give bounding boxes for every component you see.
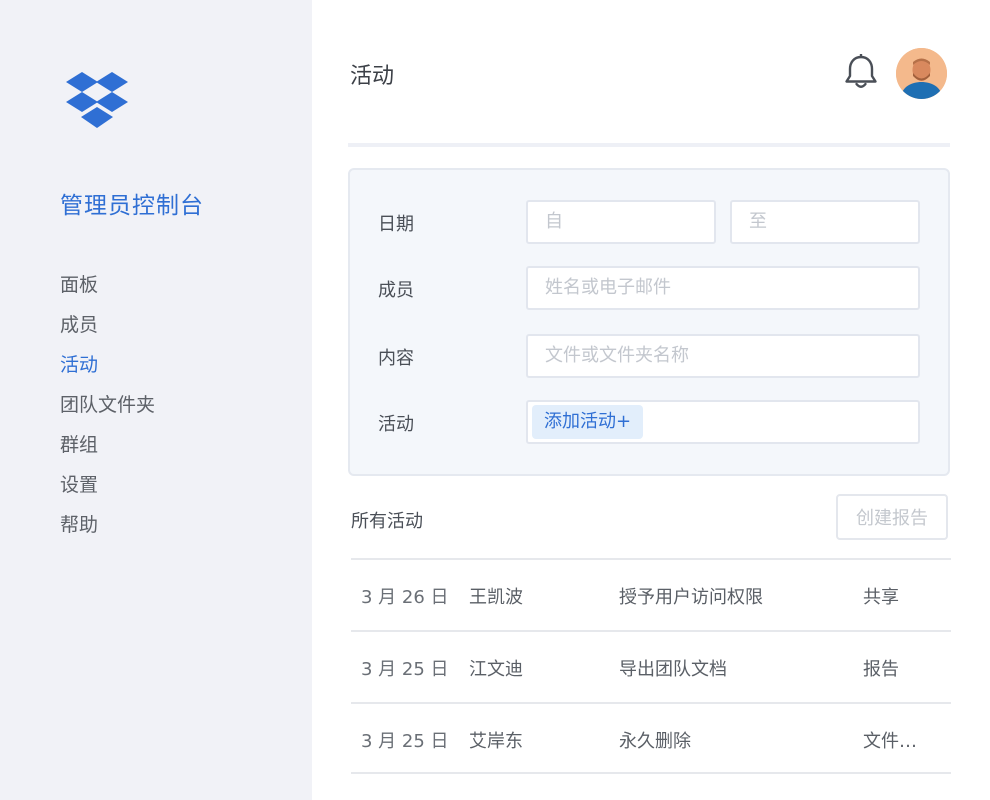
sidebar-item-help[interactable]: 帮助 [60, 510, 155, 550]
row-date: 3 月 25 日 [361, 659, 449, 680]
date-to-input[interactable]: 至 [730, 200, 920, 244]
main-content: 活动 日期 自 至 成员 姓名或电子邮件 内容 文件或文件夹名称 活动 添加活动… [312, 0, 990, 800]
add-activity-button[interactable]: 添加活动+ [532, 405, 644, 439]
row-action: 永久删除 [619, 731, 691, 752]
row-user: 艾岸东 [469, 731, 523, 752]
content-label: 内容 [378, 348, 414, 369]
sidebar: 管理员控制台 面板 成员 活动 团队文件夹 群组 设置 帮助 [0, 0, 312, 800]
admin-console-app: 管理员控制台 面板 成员 活动 团队文件夹 群组 设置 帮助 活动 日期 自 至… [0, 0, 990, 800]
activity-label: 活动 [378, 414, 414, 435]
sidebar-item-groups[interactable]: 群组 [60, 430, 155, 470]
row-user: 江文迪 [469, 659, 523, 680]
create-report-button[interactable]: 创建报告 [836, 494, 948, 540]
sidebar-item-settings[interactable]: 设置 [60, 470, 155, 510]
member-label: 成员 [378, 280, 414, 301]
page-title: 活动 [350, 64, 395, 89]
activity-filter-panel: 日期 自 至 成员 姓名或电子邮件 内容 文件或文件夹名称 活动 添加活动+ [348, 168, 950, 476]
row-action: 授予用户访问权限 [619, 587, 763, 608]
row-date: 3 月 25 日 [361, 731, 449, 752]
dropbox-logo-icon[interactable] [66, 72, 128, 128]
row-user: 王凯波 [469, 587, 523, 608]
activity-selector[interactable]: 添加活动+ [526, 400, 920, 444]
member-search-input[interactable]: 姓名或电子邮件 [526, 266, 920, 310]
row-date: 3 月 26 日 [361, 587, 449, 608]
user-avatar[interactable] [896, 48, 947, 99]
sidebar-item-activity[interactable]: 活动 [60, 350, 155, 390]
console-title: 管理员控制台 [60, 193, 204, 219]
avatar-icon [896, 48, 947, 99]
sidebar-item-dashboard[interactable]: 面板 [60, 270, 155, 310]
row-action: 导出团队文档 [619, 659, 727, 680]
table-row[interactable]: 3 月 26 日 王凯波 授予用户访问权限 共享 [351, 558, 951, 630]
header-divider [348, 143, 950, 147]
bell-icon[interactable] [844, 54, 878, 90]
date-from-input[interactable]: 自 [526, 200, 716, 244]
date-label: 日期 [378, 214, 414, 235]
sidebar-nav: 面板 成员 活动 团队文件夹 群组 设置 帮助 [60, 270, 155, 550]
row-category: 报告 [863, 659, 899, 680]
row-category: 共享 [863, 587, 899, 608]
row-category: 文件… [863, 731, 917, 752]
table-row[interactable]: 3 月 25 日 江文迪 导出团队文档 报告 [351, 630, 951, 702]
all-activity-heading: 所有活动 [351, 511, 423, 532]
activity-list: 3 月 26 日 王凯波 授予用户访问权限 共享 3 月 25 日 江文迪 导出… [351, 558, 951, 774]
sidebar-item-team-folders[interactable]: 团队文件夹 [60, 390, 155, 430]
sidebar-item-members[interactable]: 成员 [60, 310, 155, 350]
content-search-input[interactable]: 文件或文件夹名称 [526, 334, 920, 378]
table-row[interactable]: 3 月 25 日 艾岸东 永久删除 文件… [351, 702, 951, 774]
